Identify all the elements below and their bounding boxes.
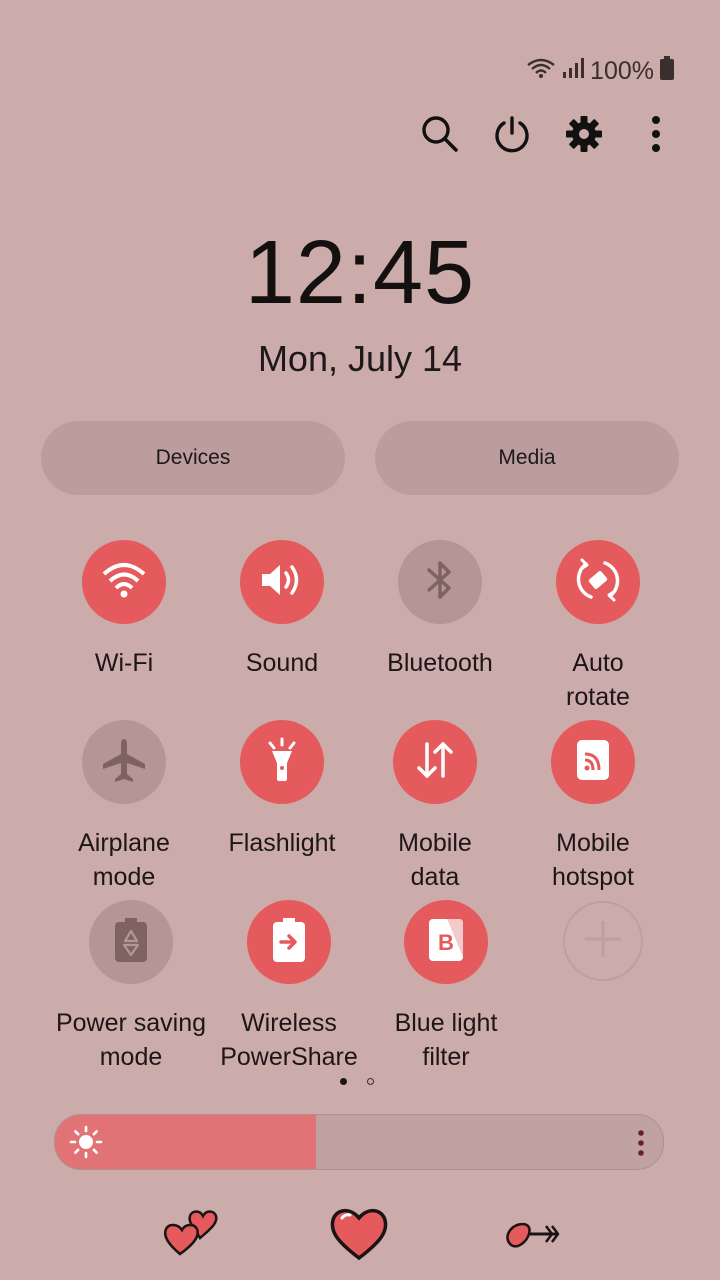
clock-date: Mon, July 14 [257,338,463,379]
sound-icon [260,560,304,605]
mobile-data-icon [413,738,457,787]
blue-light-icon: B [427,917,465,968]
more-options-button[interactable] [630,110,682,162]
airplane-icon [101,737,147,788]
flashlight-icon [262,737,302,788]
tile-wireless-powershare[interactable]: Wireless PowerShare [214,900,364,1074]
tile-wifi-button[interactable] [82,540,166,624]
more-icon [651,115,661,157]
tile-wifi[interactable]: Wi-Fi [49,540,199,680]
plus-icon [583,919,623,964]
bluetooth-icon [425,558,455,607]
tile-airplane-mode-button[interactable] [82,720,166,804]
tile-wifi-label: Wi-Fi [94,649,154,677]
status-bar: 100% [526,56,674,87]
settings-button[interactable] [558,110,610,162]
gear-icon [565,115,603,158]
clock-time: 12:45 [244,223,476,323]
tile-mobile-data-label: Mobile data [398,829,472,891]
tile-power-saving[interactable]: Power saving mode [55,900,207,1074]
tile-sound-label: Sound [245,649,319,677]
search-icon [421,115,459,158]
search-button[interactable] [414,110,466,162]
tile-wireless-powershare-button[interactable] [247,900,331,984]
battery-icon [660,56,674,87]
tile-auto-rotate[interactable]: Auto rotate [523,540,673,714]
tile-flashlight[interactable]: Flashlight [207,720,357,860]
tile-blue-light-filter-label: Blue light filter [394,1009,498,1071]
battery-percent: 100% [590,57,654,85]
wifi-icon [101,560,147,605]
brightness-more-icon[interactable] [637,1130,645,1161]
devices-button[interactable]: Devices [41,421,345,495]
power-button[interactable] [486,110,538,162]
tile-airplane-mode-label: Airplane mode [78,829,170,891]
add-tile-button[interactable] [563,901,643,981]
brightness-slider[interactable] [54,1114,664,1170]
powershare-icon [272,917,306,968]
media-button[interactable]: Media [375,421,679,495]
tile-auto-rotate-label: Auto rotate [566,649,630,711]
tile-flashlight-button[interactable] [240,720,324,804]
battery-recycle-icon [114,917,148,968]
tile-auto-rotate-button[interactable] [556,540,640,624]
wifi-icon [526,57,556,86]
page-dot[interactable] [367,1078,374,1085]
tile-power-saving-button[interactable] [89,900,173,984]
heart-arrow-icon [504,1218,560,1255]
sun-icon [69,1125,103,1164]
tile-mobile-data-button[interactable] [393,720,477,804]
hotspot-icon [573,738,613,787]
tile-blue-light-filter[interactable]: B Blue light filter [371,900,521,1074]
tile-bluetooth-button[interactable] [398,540,482,624]
tile-blue-light-filter-button[interactable]: B [404,900,488,984]
tile-mobile-hotspot-label: Mobile hotspot [551,829,634,891]
tile-sound-button[interactable] [240,540,324,624]
power-icon [493,115,531,158]
tile-bluetooth-label: Bluetooth [387,649,493,677]
heart-icon [328,1204,390,1267]
tile-mobile-data[interactable]: Mobile data [360,720,510,894]
rotate-icon [574,556,622,609]
tile-flashlight-label: Flashlight [228,829,336,857]
page-dot-active[interactable] [340,1078,347,1085]
tile-wireless-powershare-label: Wireless PowerShare [220,1009,358,1071]
tile-power-saving-label: Power saving mode [55,1009,207,1071]
tile-mobile-hotspot-button[interactable] [551,720,635,804]
svg-text:B: B [438,930,454,955]
double-heart-icon [160,1208,220,1263]
tile-sound[interactable]: Sound [207,540,357,680]
page-indicator [340,1078,374,1085]
tile-mobile-hotspot[interactable]: Mobile hotspot [518,720,668,894]
tile-bluetooth[interactable]: Bluetooth [365,540,515,680]
tile-airplane-mode[interactable]: Airplane mode [49,720,199,894]
signal-icon [562,57,585,86]
